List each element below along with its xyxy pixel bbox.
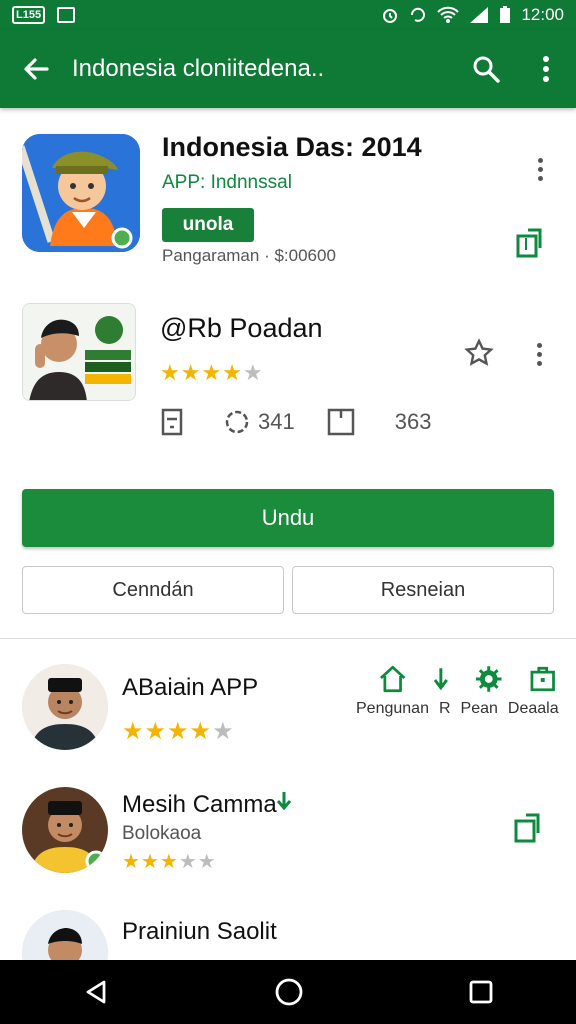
man-yellow-shirt-illustration [22,787,108,873]
app-meta: Pangaraman · $:00600 [162,246,336,265]
stat-count-value: 363 [394,409,432,434]
nav-recents-icon[interactable] [468,979,494,1005]
rating-stars: ★ ★ ★ ★ ★ [160,360,263,385]
page-title: Indonesia cloniitedena.. [72,55,325,82]
overflow-menu-button[interactable] [516,30,576,108]
secondary-right-button[interactable]: Resneian [292,566,554,614]
status-badge: unola [162,208,254,242]
stat-square [327,408,363,436]
back-arrow-icon [24,58,49,80]
briefcase-icon[interactable] [529,665,556,693]
app-title: Indonesia Das: 2014 [162,132,422,162]
category-label: Pean [460,700,498,717]
avatar [22,787,108,873]
share-icon[interactable] [514,224,546,260]
notification-badge: L155 [12,6,46,24]
square-icon [327,408,354,436]
list-item-subtitle: Bolokaoa [122,823,202,844]
stat-gauge: 341 [224,409,295,435]
list-item-title: Prainiun Saolit [122,918,277,945]
alarm-icon [383,9,398,23]
download-arrow-icon [276,792,292,811]
rating-stars: ★ ★ ★ ★ ★ [122,851,216,873]
stat-gauge-value: 341 [258,409,295,434]
more-vert-icon [543,56,549,82]
star-outline-icon[interactable] [464,338,494,368]
search-icon [473,56,500,83]
share-icon[interactable] [510,809,546,845]
gear-icon[interactable] [475,665,502,693]
related-app-icon[interactable] [22,303,136,401]
stat-document [160,407,192,437]
category-label: R [438,700,451,717]
document-icon [161,408,183,436]
app-bar: Indonesia cloniitedena.. [0,30,576,108]
list-item-title: Mesih Camma [122,791,277,818]
rotate-icon [411,7,426,22]
app-more-button[interactable] [528,154,552,184]
status-bar: L155 12:00 [0,0,576,30]
gauge-icon [225,410,249,434]
wifi-icon [437,6,460,23]
category-label: Deaala [507,700,559,717]
app-stats: 341 363 [160,407,463,437]
rating-stars: ★ ★ ★ ★ ★ [122,718,234,745]
download-arrow-icon[interactable] [433,666,449,692]
divider [0,638,576,639]
app-icon[interactable] [22,134,140,252]
list-item-title: ABaiain APP [122,674,259,701]
avatar [22,664,108,750]
category-label: Pengunan [356,700,429,717]
back-button[interactable] [0,30,72,108]
man-peci-illustration [22,664,108,750]
image-notification-icon [57,7,76,23]
battery-icon [500,6,511,23]
app-developer[interactable]: APP: Indnnssal [162,172,292,194]
nav-back-icon[interactable] [82,978,110,1006]
related-app-more-button[interactable] [527,339,551,369]
nav-home-icon[interactable] [274,977,304,1007]
navigation-bar [0,960,576,1024]
home-icon[interactable] [378,664,407,694]
list-item[interactable]: Mesih Camma Bolokaoa ★ ★ ★ ★ ★ [0,775,576,895]
cartoon-boy-illustration [22,134,140,252]
man-photo-illustration [23,304,135,400]
secondary-left-button[interactable]: Cenndán [22,566,284,614]
related-app-title: @Rb Poadan [160,313,323,343]
clock: 12:00 [521,5,564,24]
app-header: Indonesia Das: 2014 APP: Indnnssal unola… [0,108,576,283]
signal-icon [470,7,489,23]
search-button[interactable] [456,30,516,108]
download-button[interactable]: Undu [22,489,554,547]
category-shortcuts: Pengunan R Pean Deaala [356,664,559,718]
related-app-card: @Rb Poadan ★ ★ ★ ★ ★ 341 363 [0,283,576,463]
stat-count: 363 [395,409,432,435]
